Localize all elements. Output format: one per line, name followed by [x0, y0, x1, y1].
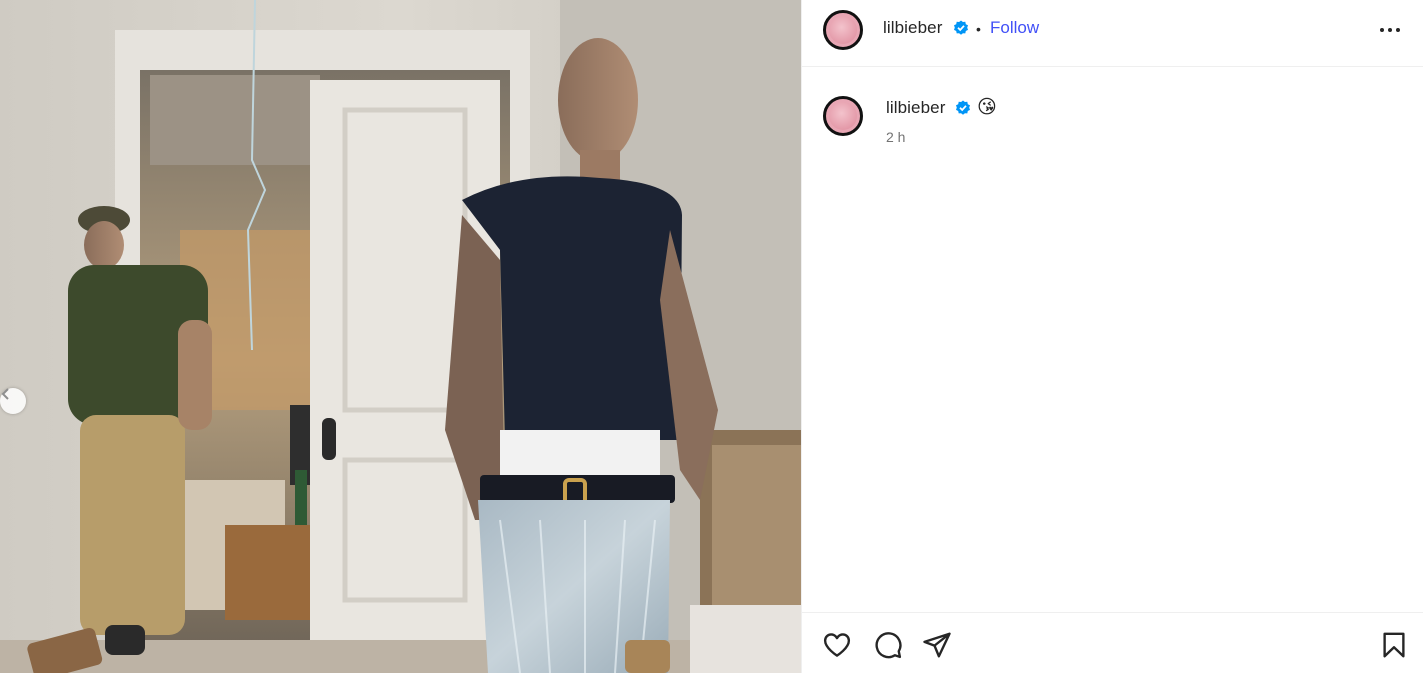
verified-badge-icon — [954, 20, 968, 35]
caption-username[interactable]: lilbieber — [886, 98, 946, 118]
caption-text: 😘 — [977, 97, 997, 118]
post-actions-bar — [802, 612, 1423, 673]
save-button[interactable] — [1379, 630, 1409, 660]
share-button[interactable] — [922, 630, 952, 660]
author-username[interactable]: lilbieber — [883, 18, 943, 38]
post-header: lilbieber • Follow — [802, 0, 1423, 67]
post-media[interactable] — [0, 0, 801, 673]
more-options-icon — [1380, 28, 1400, 32]
comment-icon — [875, 632, 902, 659]
like-button[interactable] — [822, 630, 852, 660]
bookmark-icon — [1383, 632, 1405, 658]
comment-button[interactable] — [873, 630, 903, 660]
post-photo — [0, 0, 801, 673]
author-avatar[interactable] — [823, 10, 863, 50]
more-options-button[interactable] — [1378, 18, 1402, 42]
caption-author-avatar[interactable] — [823, 96, 863, 136]
post-timestamp[interactable]: 2 h — [886, 129, 905, 145]
heart-icon — [823, 633, 851, 657]
chevron-left-icon — [1, 388, 9, 400]
post-side-panel: lilbieber • Follow lilbieber 😘 2 h — [801, 0, 1423, 673]
separator-dot: • — [976, 21, 981, 37]
paper-plane-icon — [923, 632, 951, 658]
follow-button[interactable]: Follow — [990, 18, 1039, 38]
verified-badge-icon — [956, 100, 970, 115]
previous-slide-button[interactable] — [0, 388, 26, 414]
